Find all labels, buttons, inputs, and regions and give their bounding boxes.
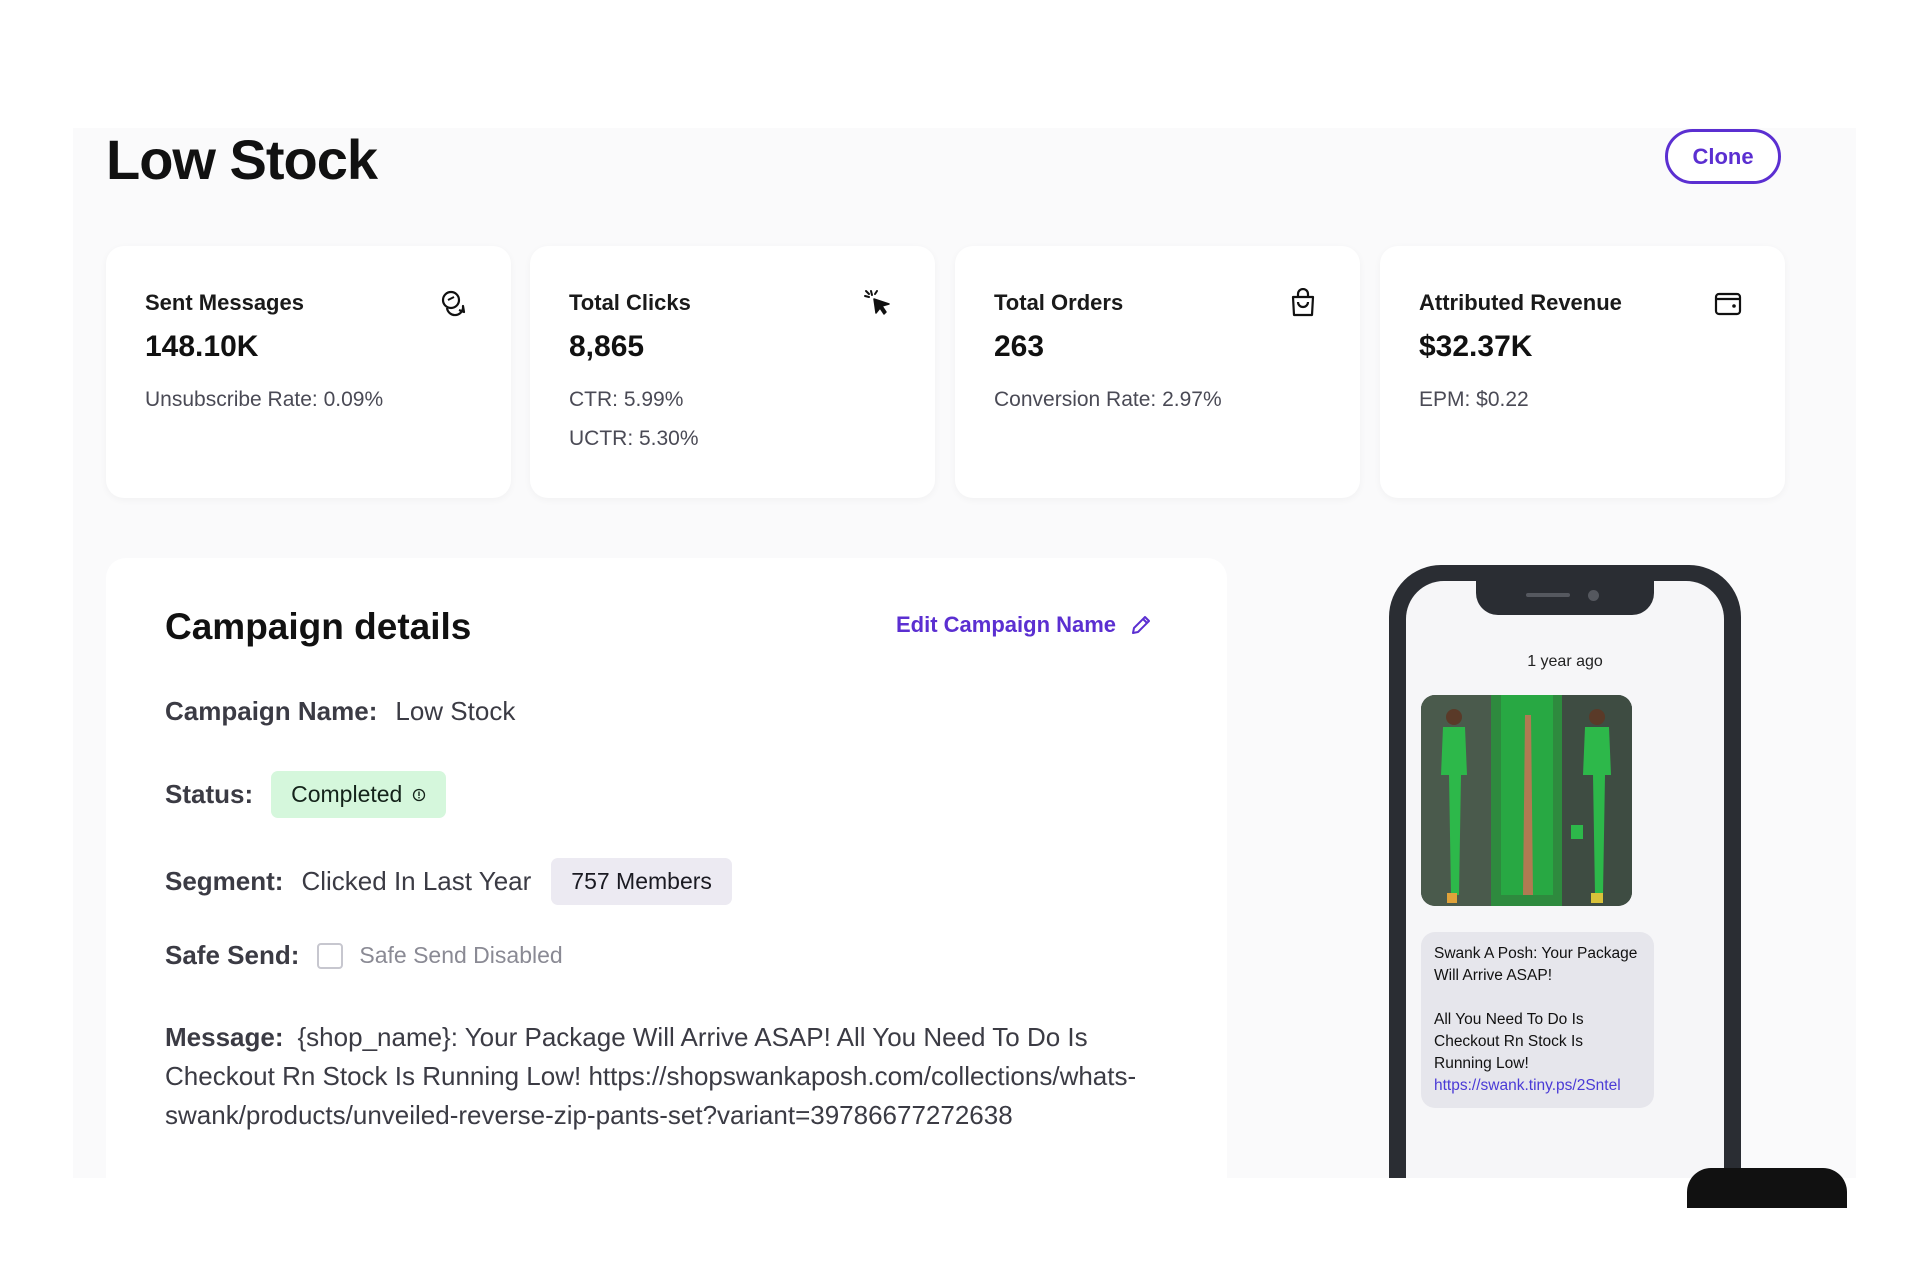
campaign-name-value: Low Stock [395, 696, 516, 726]
stat-sub-2: UCTR: 5.30% [569, 427, 699, 450]
stat-card-attributed-revenue: Attributed Revenue $32.37K EPM: $0.22 [1380, 246, 1785, 498]
clone-button[interactable]: Clone [1665, 129, 1781, 184]
bubble-link[interactable]: https://swank.tiny.ps/2Sntel [1434, 1077, 1621, 1094]
members-badge: 757 Members [551, 858, 732, 905]
stat-sub: CTR: 5.99% [569, 388, 684, 411]
stat-card-sent-messages: Sent Messages 148.10K Unsubscribe Rate: … [106, 246, 511, 498]
status-badge[interactable]: Completed [271, 771, 447, 818]
stat-value: $32.37K [1419, 330, 1533, 363]
stat-sub: Unsubscribe Rate: 0.09% [145, 388, 384, 411]
product-photo-collage [1421, 695, 1632, 906]
stat-sub: EPM: $0.22 [1419, 388, 1529, 411]
safe-send-label: Safe Send: [165, 940, 300, 970]
message-bubble: Swank A Posh: Your Package Will Arrive A… [1421, 932, 1654, 1108]
info-icon[interactable] [412, 788, 426, 802]
campaign-name-row: Campaign Name: Low Stock [165, 696, 515, 727]
stat-title: Attributed Revenue [1419, 290, 1622, 315]
stat-value: 263 [994, 330, 1045, 363]
message-row: Message: {shop_name}: Your Package Will A… [165, 1018, 1175, 1135]
edit-campaign-name-link[interactable]: Edit Campaign Name [896, 612, 1152, 638]
shopping-bag-icon [1291, 288, 1315, 317]
phone-preview: 1 year ago Swank A Posh: Your Package Wi… [1389, 565, 1741, 1178]
mms-product-image[interactable] [1421, 695, 1632, 906]
page-title: Low Stock [106, 128, 378, 191]
edit-campaign-name-label: Edit Campaign Name [896, 612, 1117, 637]
message-label: Message: [165, 1022, 284, 1052]
safe-send-row: Safe Send: Safe Send Disabled [165, 940, 563, 971]
stat-title: Total Clicks [569, 290, 691, 315]
stat-title: Sent Messages [145, 290, 304, 315]
phone-screen: 1 year ago Swank A Posh: Your Package Wi… [1406, 581, 1724, 1178]
campaign-details-heading: Campaign details [165, 606, 472, 647]
phone-notch [1476, 581, 1654, 615]
stat-value: 8,865 [569, 330, 645, 363]
campaign-report-panel: Low Stock Clone Sent Messages 148.10K Un… [73, 128, 1856, 1178]
speaker-icon [1526, 593, 1570, 597]
stat-value: 148.10K [145, 330, 259, 363]
segment-label: Segment: [165, 866, 284, 896]
floating-widget-edge [1687, 1168, 1847, 1208]
safe-send-text: Safe Send Disabled [359, 942, 563, 968]
stat-card-total-orders: Total Orders 263 Conversion Rate: 2.97% [955, 246, 1360, 498]
wallet-icon [1714, 292, 1742, 316]
stat-card-total-clicks: Total Clicks 8,865 CTR: 5.99% UCTR: 5.30… [530, 246, 935, 498]
status-row: Status: Completed [165, 771, 447, 818]
safe-send-checkbox[interactable] [317, 942, 344, 969]
chat-bubbles-icon [441, 290, 466, 317]
campaign-name-label: Campaign Name: [165, 696, 378, 726]
campaign-details-card: Campaign details Edit Campaign Name Camp… [106, 558, 1227, 1178]
stat-title: Total Orders [994, 290, 1124, 315]
segment-row: Segment: Clicked In Last Year 757 Member… [165, 858, 732, 905]
message-value: {shop_name}: Your Package Will Arrive AS… [165, 1022, 1137, 1130]
stat-sub: Conversion Rate: 2.97% [994, 388, 1222, 411]
bubble-text: Swank A Posh: Your Package Will Arrive A… [1434, 945, 1638, 1072]
message-timestamp: 1 year ago [1527, 653, 1603, 670]
pencil-icon [1132, 616, 1151, 634]
segment-value: Clicked In Last Year [301, 866, 532, 896]
status-label: Status: [165, 779, 254, 809]
cursor-click-icon [864, 290, 890, 315]
camera-icon [1588, 590, 1599, 601]
status-value: Completed [291, 781, 403, 807]
